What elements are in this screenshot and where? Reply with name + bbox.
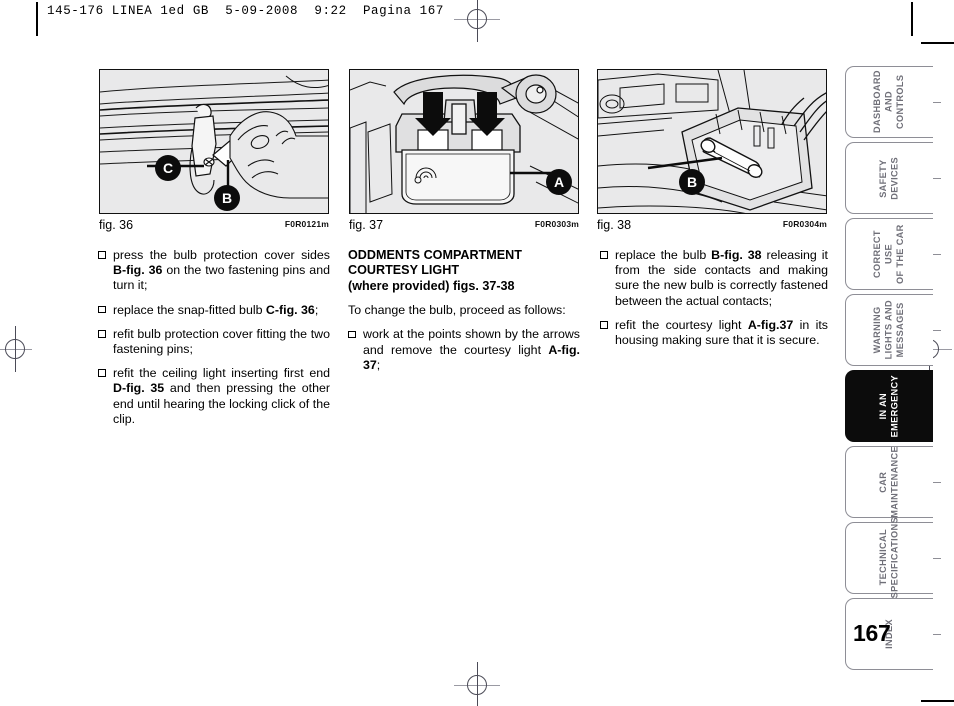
section-heading-line-1: ODDMENTS COMPARTMENT bbox=[348, 248, 522, 262]
print-header-text: 145-176 LINEA 1ed GB 5-09-2008 9:22 Pagi… bbox=[47, 4, 444, 18]
list-item-text: refit the courtesy light A-fig.37 in its… bbox=[615, 317, 828, 348]
sidebar-tab-warning-lights-and-messages[interactable]: WARNING LIGHTS AND MESSAGES bbox=[845, 294, 941, 366]
list-item: replace the snap-fitted bulb C-fig. 36; bbox=[98, 303, 330, 318]
callout-fig36-b: B bbox=[214, 185, 240, 211]
header-right-horizontal-rule bbox=[921, 42, 954, 44]
bullet-square-icon bbox=[98, 305, 106, 314]
figure-36-caption: fig. 36 bbox=[99, 218, 134, 232]
bullet-square-icon bbox=[600, 251, 608, 259]
callout-fig37-a: A bbox=[546, 169, 572, 195]
list-item: refit bulb protection cover fitting the … bbox=[98, 327, 330, 357]
figure-37-caption: fig. 37 bbox=[349, 218, 384, 232]
figure-38-caption: fig. 38 bbox=[597, 218, 632, 232]
list-item-text: work at the points shown by the arrows a… bbox=[363, 327, 580, 372]
sidebar-tab-label: CAR MAINTENANCE bbox=[877, 446, 900, 518]
figure-37-image bbox=[349, 69, 579, 214]
sidebar-tab-label: DASHBOARD AND CONTROLS bbox=[872, 70, 906, 134]
tab-connector bbox=[933, 178, 941, 180]
figure-38-code: F0R0304m bbox=[782, 219, 827, 229]
sidebar-tab-car-maintenance[interactable]: CAR MAINTENANCE bbox=[845, 446, 941, 518]
registration-mark-top bbox=[454, 0, 500, 42]
tab-connector bbox=[933, 102, 941, 104]
figure-38-image bbox=[597, 69, 827, 214]
list-item: refit the ceiling light inserting first … bbox=[98, 366, 330, 427]
sidebar-tab-dashboard-and-controls[interactable]: DASHBOARD AND CONTROLS bbox=[845, 66, 941, 138]
list-item-text: replace the bulb B-fig. 38 releasing it … bbox=[615, 248, 828, 308]
footer-right-horizontal-rule bbox=[921, 700, 954, 702]
sidebar-tab-safety-devices[interactable]: SAFETY DEVICES bbox=[845, 142, 941, 214]
callout-fig38-b: B bbox=[679, 169, 705, 195]
list-item-text: press the bulb protection cover sides B-… bbox=[113, 248, 330, 293]
manual-page: 145-176 LINEA 1ed GB 5-09-2008 9:22 Pagi… bbox=[0, 0, 954, 706]
bullet-square-icon bbox=[98, 330, 106, 338]
tab-connector bbox=[933, 254, 941, 256]
tab-connector bbox=[933, 558, 941, 560]
intro-paragraph: To change the bulb, proceed as follows: bbox=[348, 303, 566, 318]
bullet-square-icon bbox=[98, 251, 106, 259]
header-left-rule bbox=[36, 2, 38, 36]
text-column-1: press the bulb protection cover sides B-… bbox=[98, 248, 330, 436]
tab-connector bbox=[933, 330, 941, 332]
sidebar-tab-correct-use-of-the-car[interactable]: CORRECT USE OF THE CAR bbox=[845, 218, 941, 290]
registration-mark-bottom bbox=[454, 662, 500, 706]
list-item-text: refit the ceiling light inserting first … bbox=[113, 366, 330, 426]
tab-connector bbox=[933, 634, 941, 636]
list-item: refit the courtesy light A-fig.37 in its… bbox=[600, 318, 828, 348]
section-heading-line-2: COURTESY LIGHT bbox=[348, 263, 460, 278]
text-column-2: ODDMENTS COMPARTMENT COURTESY LIGHT (whe… bbox=[348, 248, 580, 382]
list-item: work at the points shown by the arrows a… bbox=[348, 327, 580, 373]
list-item: replace the bulb B-fig. 38 releasing it … bbox=[600, 248, 828, 309]
callout-fig36-c: C bbox=[155, 155, 181, 181]
bullet-square-icon bbox=[348, 330, 356, 339]
sidebar-tab-label: SAFETY DEVICES bbox=[877, 156, 900, 200]
figure-36-code: F0R0121m bbox=[284, 219, 329, 229]
sidebar-tab-label: CORRECT USE OF THE CAR bbox=[872, 224, 906, 284]
list-item-text: replace the snap-fitted bulb C-fig. 36; bbox=[113, 302, 319, 317]
registration-mark-left bbox=[0, 326, 38, 372]
sidebar-tab-label: TECHNICAL SPECIFICATIONS bbox=[877, 517, 900, 599]
text-column-3: replace the bulb B-fig. 38 releasing it … bbox=[600, 248, 828, 357]
sidebar-tab-in-an-emergency[interactable]: IN AN EMERGENCY bbox=[845, 370, 933, 442]
header-right-vertical-rule bbox=[911, 2, 913, 36]
sidebar-tab-label: WARNING LIGHTS AND MESSAGES bbox=[872, 300, 906, 360]
figure-37-code: F0R0303m bbox=[534, 219, 579, 229]
bullet-square-icon bbox=[98, 369, 106, 377]
page-number: 167 bbox=[853, 620, 891, 646]
section-heading-line-3: (where provided) figs. 37-38 bbox=[348, 278, 515, 293]
sidebar-tab-technical-specifications[interactable]: TECHNICAL SPECIFICATIONS bbox=[845, 517, 941, 599]
chapter-tab-list: DASHBOARD AND CONTROLS SAFETY DEVICES CO… bbox=[845, 66, 941, 674]
tab-connector bbox=[933, 482, 941, 484]
bullet-square-icon bbox=[600, 321, 608, 329]
list-item: press the bulb protection cover sides B-… bbox=[98, 248, 330, 294]
list-item-text: refit bulb protection cover fitting the … bbox=[113, 326, 330, 357]
sidebar-tab-label: IN AN EMERGENCY bbox=[877, 374, 900, 438]
section-heading: ODDMENTS COMPARTMENT COURTESY LIGHT (whe… bbox=[348, 248, 580, 294]
